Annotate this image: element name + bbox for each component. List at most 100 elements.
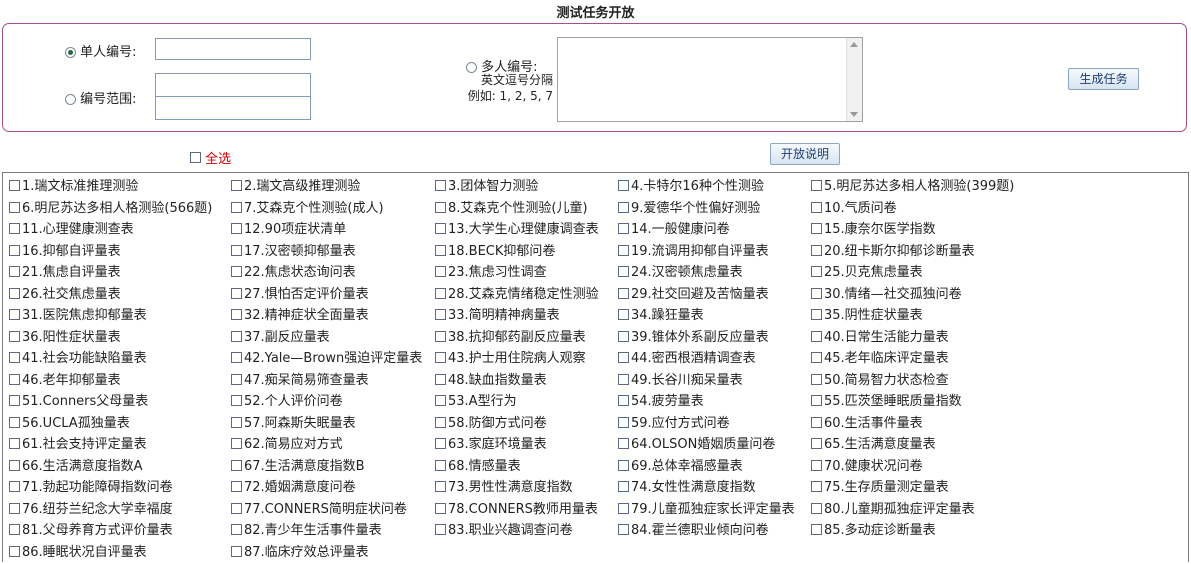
test-checkbox[interactable] xyxy=(9,266,20,277)
test-checkbox[interactable] xyxy=(9,330,20,342)
test-checkbox[interactable] xyxy=(435,244,446,256)
test-item[interactable]: 19.流调用抑郁自评量表 xyxy=(618,243,769,261)
test-checkbox[interactable] xyxy=(9,502,20,514)
test-checkbox[interactable] xyxy=(811,201,822,213)
test-item[interactable]: 26.社交焦虑量表 xyxy=(9,286,121,304)
test-checkbox[interactable] xyxy=(231,201,242,213)
test-item[interactable]: 60.生活事件量表 xyxy=(811,415,923,433)
test-checkbox[interactable] xyxy=(811,352,822,363)
test-item[interactable]: 10.气质问卷 xyxy=(811,200,897,218)
test-checkbox[interactable] xyxy=(435,201,446,213)
test-checkbox[interactable] xyxy=(231,416,242,428)
test-checkbox[interactable] xyxy=(435,459,446,471)
test-checkbox[interactable] xyxy=(9,395,20,406)
open-help-button[interactable]: 开放说明 xyxy=(770,143,840,165)
test-checkbox[interactable] xyxy=(811,481,822,492)
scroll-down-icon[interactable] xyxy=(850,112,858,117)
test-item[interactable]: 82.青少年生活事件量表 xyxy=(231,522,382,540)
test-item[interactable]: 40.日常生活能力量表 xyxy=(811,329,949,347)
test-item[interactable]: 49.长谷川痴呆量表 xyxy=(618,372,743,390)
test-checkbox[interactable] xyxy=(9,524,20,535)
test-checkbox[interactable] xyxy=(435,502,446,514)
test-item[interactable]: 83.职业兴趣调查问卷 xyxy=(435,522,573,540)
range-radio[interactable] xyxy=(65,94,76,105)
test-item[interactable]: 70.健康状况问卷 xyxy=(811,458,923,476)
test-item[interactable]: 44.密西根酒精调查表 xyxy=(618,350,756,368)
test-item[interactable]: 69.总体幸福感量表 xyxy=(618,458,743,476)
range-to-input[interactable] xyxy=(155,96,311,120)
test-checkbox[interactable] xyxy=(811,266,822,277)
test-item[interactable]: 16.抑郁自评量表 xyxy=(9,243,121,261)
test-item[interactable]: 75.生存质量测定量表 xyxy=(811,479,949,497)
test-checkbox[interactable] xyxy=(231,502,242,514)
test-item[interactable]: 34.躁狂量表 xyxy=(618,307,704,325)
test-checkbox[interactable] xyxy=(618,201,629,213)
test-checkbox[interactable] xyxy=(231,373,242,385)
test-item[interactable]: 43.护士用住院病人观察 xyxy=(435,350,586,368)
test-checkbox[interactable] xyxy=(9,244,20,256)
test-item[interactable]: 57.阿森斯失眠量表 xyxy=(231,415,356,433)
test-checkbox[interactable] xyxy=(618,438,629,449)
test-item[interactable]: 14.一般健康问卷 xyxy=(618,221,730,239)
select-all-option[interactable]: 全选 xyxy=(190,148,231,167)
test-checkbox[interactable] xyxy=(811,287,822,299)
test-checkbox[interactable] xyxy=(618,330,629,342)
test-checkbox[interactable] xyxy=(435,309,446,320)
test-checkbox[interactable] xyxy=(811,416,822,428)
test-checkbox[interactable] xyxy=(9,459,20,471)
test-item[interactable]: 22.焦虑状态询问表 xyxy=(231,264,356,282)
test-checkbox[interactable] xyxy=(618,502,629,514)
test-checkbox[interactable] xyxy=(231,330,242,342)
test-checkbox[interactable] xyxy=(9,309,20,320)
test-checkbox[interactable] xyxy=(9,223,20,234)
test-checkbox[interactable] xyxy=(9,373,20,385)
test-item[interactable]: 24.汉密顿焦虑量表 xyxy=(618,264,743,282)
test-item[interactable]: 15.康奈尔医学指数 xyxy=(811,221,936,239)
test-checkbox[interactable] xyxy=(435,524,446,535)
test-checkbox[interactable] xyxy=(231,180,242,191)
test-item[interactable]: 46.老年抑郁量表 xyxy=(9,372,121,390)
test-checkbox[interactable] xyxy=(618,459,629,471)
test-item[interactable]: 31.医院焦虑抑郁量表 xyxy=(9,307,147,325)
test-checkbox[interactable] xyxy=(231,287,242,299)
test-checkbox[interactable] xyxy=(231,352,242,363)
test-item[interactable]: 55.匹茨堡睡眠质量指数 xyxy=(811,393,962,411)
test-item[interactable]: 27.惧怕否定评价量表 xyxy=(231,286,369,304)
test-item[interactable]: 36.阳性症状量表 xyxy=(9,329,121,347)
test-checkbox[interactable] xyxy=(231,266,242,277)
test-item[interactable]: 1.瑞文标准推理测验 xyxy=(9,178,138,196)
test-checkbox[interactable] xyxy=(231,223,242,234)
test-checkbox[interactable] xyxy=(435,330,446,342)
test-checkbox[interactable] xyxy=(9,201,20,213)
test-item[interactable]: 87.临床疗效总评量表 xyxy=(231,544,369,562)
test-checkbox[interactable] xyxy=(231,545,242,557)
test-item[interactable]: 23.焦虑习性调查 xyxy=(435,264,547,282)
test-checkbox[interactable] xyxy=(435,266,446,277)
test-checkbox[interactable] xyxy=(811,524,822,535)
test-checkbox[interactable] xyxy=(9,287,20,299)
test-checkbox[interactable] xyxy=(435,416,446,428)
test-checkbox[interactable] xyxy=(811,373,822,385)
test-item[interactable]: 54.疲劳量表 xyxy=(618,393,704,411)
test-checkbox[interactable] xyxy=(811,395,822,406)
test-item[interactable]: 41.社会功能缺陷量表 xyxy=(9,350,147,368)
test-checkbox[interactable] xyxy=(618,416,629,428)
test-checkbox[interactable] xyxy=(811,502,822,514)
test-checkbox[interactable] xyxy=(618,481,629,492)
test-item[interactable]: 35.阴性症状量表 xyxy=(811,307,923,325)
test-checkbox[interactable] xyxy=(618,524,629,535)
test-checkbox[interactable] xyxy=(618,244,629,256)
test-item[interactable]: 77.CONNERS简明症状问卷 xyxy=(231,501,407,519)
test-checkbox[interactable] xyxy=(435,395,446,406)
test-item[interactable]: 42.Yale—Brown强迫评定量表 xyxy=(231,350,422,368)
range-from-input[interactable] xyxy=(155,73,311,97)
test-item[interactable]: 51.Conners父母量表 xyxy=(9,393,148,411)
test-checkbox[interactable] xyxy=(231,459,242,471)
test-checkbox[interactable] xyxy=(811,309,822,320)
test-item[interactable]: 73.男性性满意度指数 xyxy=(435,479,573,497)
test-item[interactable]: 12.90项症状清单 xyxy=(231,221,346,239)
test-checkbox[interactable] xyxy=(618,373,629,385)
test-checkbox[interactable] xyxy=(435,287,446,299)
test-item[interactable]: 59.应付方式问卷 xyxy=(618,415,730,433)
test-item[interactable]: 81.父母养育方式评价量表 xyxy=(9,522,173,540)
